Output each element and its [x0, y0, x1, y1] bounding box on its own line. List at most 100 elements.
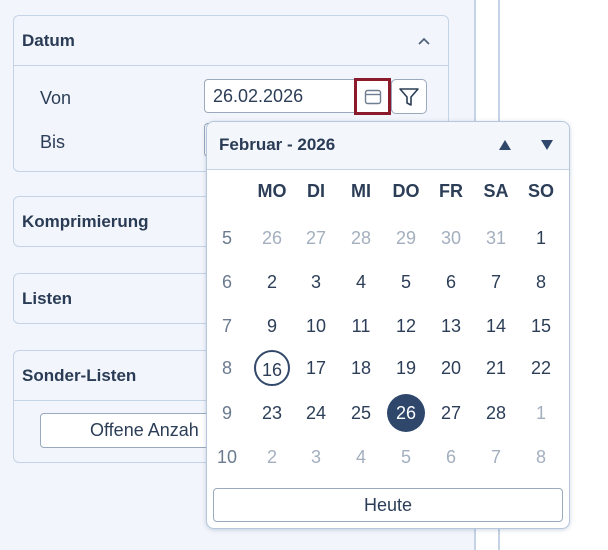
weekday-header: SO — [527, 181, 554, 201]
calendar-day[interactable]: 1 — [519, 219, 563, 257]
section-title: Listen — [22, 289, 73, 308]
chevron-up-icon[interactable] — [416, 33, 432, 49]
calendar-day[interactable]: 2 — [250, 263, 294, 301]
calendar-day[interactable]: 2 — [250, 438, 294, 476]
calendar-day-number: 1 — [535, 228, 546, 248]
calendar-day-number: 22 — [530, 358, 552, 378]
calendar-day-number: 12 — [395, 316, 417, 336]
calendar-day-number: 14 — [485, 316, 507, 336]
calendar-day[interactable]: 5 — [384, 263, 428, 301]
calendar-day-number: 19 — [395, 358, 417, 378]
calendar-button[interactable] — [354, 78, 391, 115]
calendar-day[interactable]: 28 — [474, 394, 518, 432]
calendar-day[interactable]: 7 — [474, 263, 518, 301]
calendar-day[interactable]: 26 — [250, 219, 294, 257]
section-title: Sonder-Listen — [22, 365, 137, 385]
calendar-day-number: 27 — [440, 403, 462, 423]
calendar-day[interactable]: 6 — [429, 438, 473, 476]
week-number: 9 — [221, 403, 232, 423]
calendar-day[interactable]: 7 — [474, 438, 518, 476]
calendar-day-number: 10 — [305, 316, 327, 336]
calendar-day[interactable]: 25 — [339, 394, 383, 432]
calendar-day-number: 7 — [490, 447, 501, 467]
calendar-day-today[interactable]: 16 — [250, 349, 294, 387]
calendar-day[interactable]: 4 — [339, 263, 383, 301]
calendar-day[interactable]: 11 — [339, 307, 383, 345]
calendar-day[interactable]: 8 — [519, 438, 563, 476]
calendar-icon — [364, 89, 381, 104]
calendar-day[interactable]: 28 — [339, 219, 383, 257]
calendar-day-number: 2 — [266, 272, 277, 292]
datum-section-header[interactable]: Datum — [14, 16, 448, 66]
calendar-day[interactable]: 17 — [294, 349, 338, 387]
date-picker-popup: Februar - 2026 MO DI MI DO FR SA SO 5 26 27 28 29 30… — [206, 121, 570, 529]
calendar-day-number: 24 — [305, 403, 327, 423]
calendar-day-number: 28 — [485, 403, 507, 423]
weekday-header: SA — [483, 181, 509, 201]
calendar-day-number: 1 — [535, 403, 546, 423]
calendar-day[interactable]: 30 — [429, 219, 473, 257]
calendar-day[interactable]: 27 — [429, 394, 473, 432]
calendar-day[interactable]: 14 — [474, 307, 518, 345]
calendar-day[interactable]: 3 — [294, 438, 338, 476]
calendar-day[interactable]: 4 — [339, 438, 383, 476]
calendar-header: Februar - 2026 — [207, 122, 569, 170]
weekday-header: MI — [351, 181, 371, 201]
calendar-day[interactable]: 8 — [519, 263, 563, 301]
calendar-day-number: 5 — [400, 272, 411, 292]
weekday-header: DI — [307, 181, 325, 201]
section-title: Komprimierung — [22, 212, 149, 231]
calendar-day-number: 26 — [387, 394, 425, 432]
calendar-day[interactable]: 23 — [250, 394, 294, 432]
calendar-day-number: 16 — [254, 350, 290, 386]
filter-button[interactable] — [391, 79, 427, 114]
week-number: 6 — [221, 272, 232, 292]
section-title: Datum — [22, 30, 75, 50]
calendar-day-number: 6 — [445, 447, 456, 467]
calendar-day[interactable]: 20 — [429, 349, 473, 387]
weekday-header: MO — [257, 181, 287, 201]
calendar-day-number: 3 — [310, 272, 321, 292]
calendar-day[interactable]: 15 — [519, 307, 563, 345]
calendar-day[interactable]: 12 — [384, 307, 428, 345]
calendar-day[interactable]: 9 — [250, 307, 294, 345]
week-number: 7 — [221, 316, 232, 336]
calendar-day[interactable]: 21 — [474, 349, 518, 387]
calendar-day[interactable]: 27 — [294, 219, 338, 257]
calendar-day-number: 2 — [266, 447, 277, 467]
calendar-day[interactable]: 18 — [339, 349, 383, 387]
calendar-day-number: 23 — [261, 403, 283, 423]
calendar-day-number: 4 — [355, 272, 366, 292]
calendar-day[interactable]: 31 — [474, 219, 518, 257]
calendar-day-number: 11 — [351, 316, 371, 336]
calendar-day[interactable]: 24 — [294, 394, 338, 432]
calendar-day[interactable]: 1 — [519, 394, 563, 432]
weekday-header: DO — [392, 181, 420, 201]
calendar-day-number: 26 — [261, 228, 283, 248]
weekday-header: FR — [439, 181, 463, 201]
calendar-day-number: 28 — [350, 228, 372, 248]
calendar-day-number: 27 — [305, 228, 327, 248]
von-label: Von — [40, 88, 72, 108]
calendar-day[interactable]: 6 — [429, 263, 473, 301]
calendar-day-number: 5 — [400, 447, 411, 467]
calendar-day-number: 15 — [530, 316, 552, 336]
calendar-day[interactable]: 22 — [519, 349, 563, 387]
calendar-day-number: 8 — [535, 272, 546, 292]
triangle-up-icon[interactable] — [498, 139, 512, 151]
calendar-day-number: 31 — [485, 228, 507, 248]
calendar-day-number: 6 — [445, 272, 456, 292]
calendar-day-number: 29 — [395, 228, 417, 248]
bis-label: Bis — [40, 132, 66, 152]
calendar-month-title[interactable]: Februar - 2026 — [219, 135, 335, 155]
triangle-down-icon[interactable] — [540, 139, 554, 151]
calendar-day[interactable]: 5 — [384, 438, 428, 476]
calendar-day[interactable]: 3 — [294, 263, 338, 301]
week-number: 5 — [221, 228, 232, 248]
calendar-day[interactable]: 19 — [384, 349, 428, 387]
today-button[interactable]: Heute — [213, 488, 563, 522]
calendar-day[interactable]: 13 — [429, 307, 473, 345]
calendar-day[interactable]: 29 — [384, 219, 428, 257]
calendar-day[interactable]: 10 — [294, 307, 338, 345]
calendar-day-selected[interactable]: 26 — [384, 394, 428, 432]
